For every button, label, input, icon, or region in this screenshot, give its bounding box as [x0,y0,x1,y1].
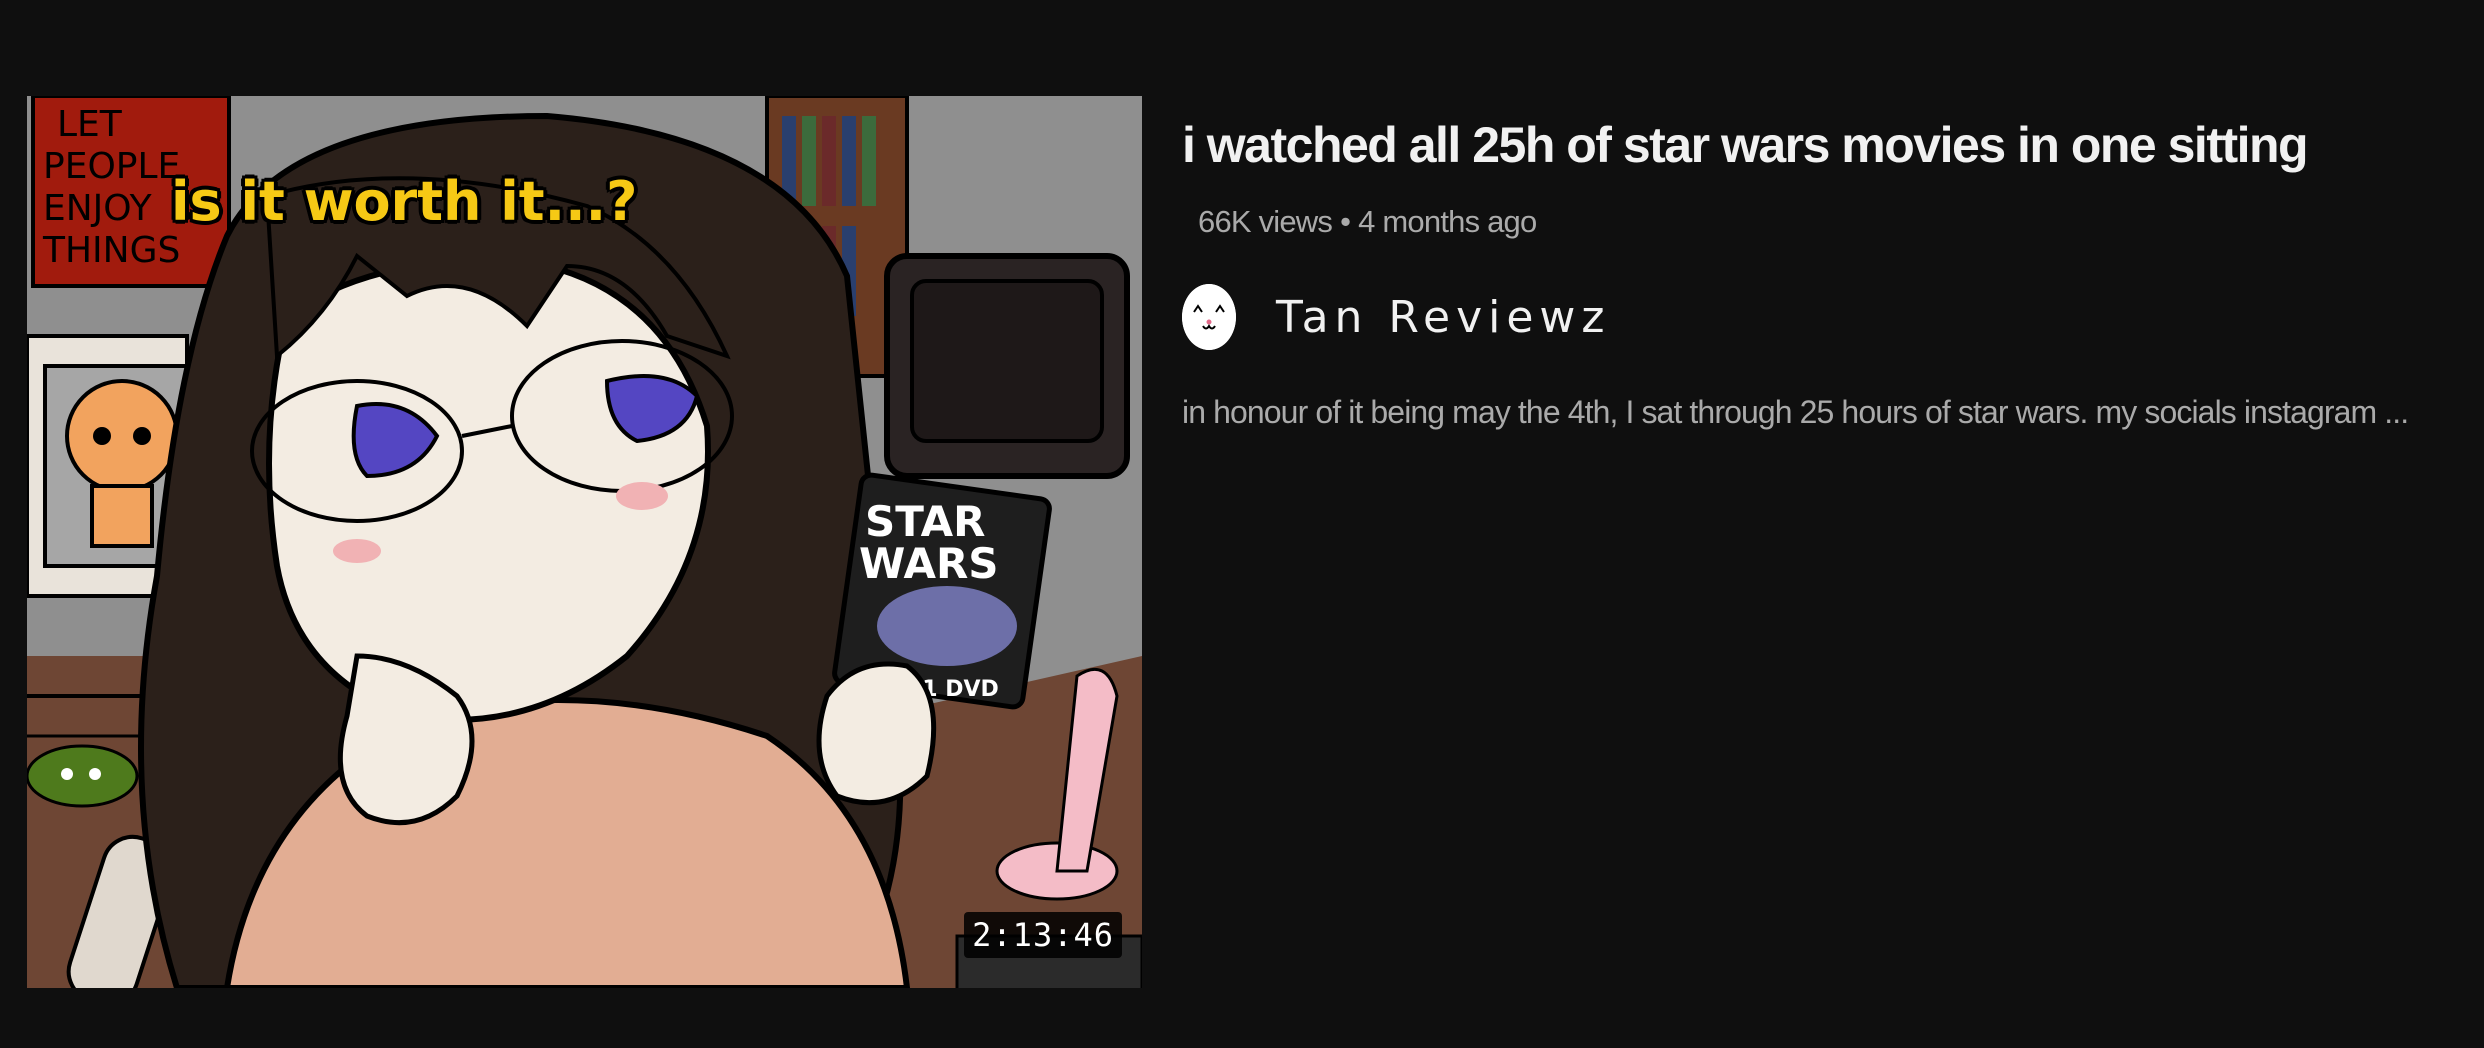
poster-text-line-1: LET [57,104,123,145]
thumbnail-overlay-text: is it worth it...? [171,170,638,233]
video-description-snippet: in honour of it being may the 4th, I sat… [1182,394,2409,430]
video-info: i watched all 25h of star wars movies in… [1182,112,2462,431]
upload-age: 4 months ago [1358,204,1537,239]
dvd-title-line-2: WARS [859,539,999,588]
poster-text-line-4: THINGS [42,230,180,271]
poster-text-line-3: ENJOY [43,188,153,229]
view-count: 66K views [1198,204,1333,239]
video-thumbnail[interactable]: LET PEOPLE ENJOY THINGS STAR WARS 9 IN 1… [27,96,1142,988]
search-result-page: LET PEOPLE ENJOY THINGS STAR WARS 9 IN 1… [0,0,2484,1048]
poster-text-line-2: PEOPLE [43,146,180,187]
video-metadata: 66K views • 4 months ago [1198,204,2462,240]
cat-face-icon [1182,284,1236,350]
video-title[interactable]: i watched all 25h of star wars movies in… [1182,112,2462,178]
channel-name[interactable]: Tan Reviewz [1276,292,1611,343]
meta-separator: • [1340,204,1351,239]
channel-link[interactable]: Tan Reviewz [1182,284,2462,350]
duration-badge: 2:13:46 [964,912,1122,958]
channel-avatar[interactable] [1182,284,1236,350]
